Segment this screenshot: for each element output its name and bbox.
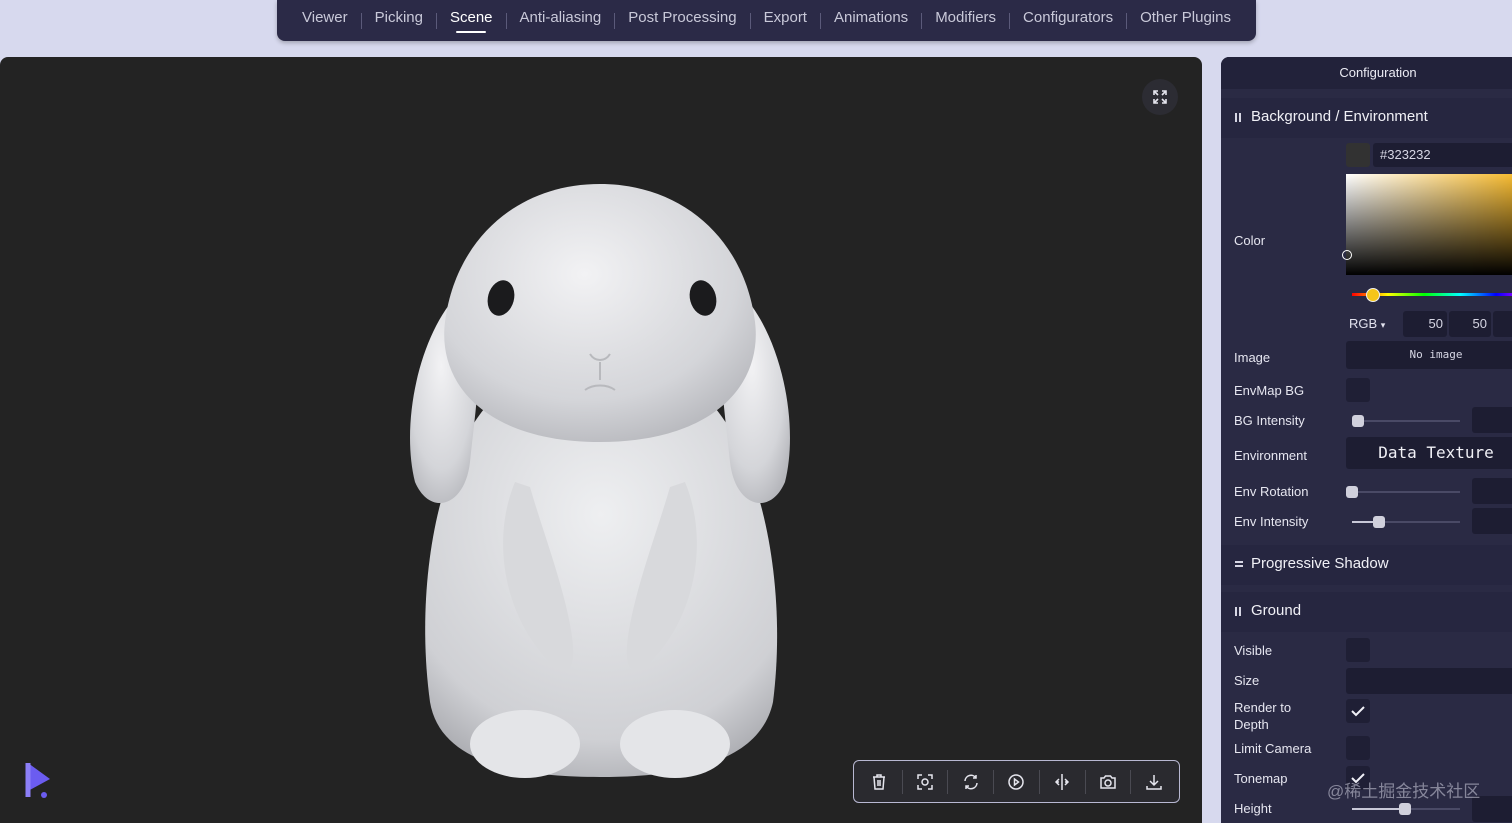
viewport-toolbar bbox=[853, 760, 1180, 803]
section-background-environment[interactable]: Background / Environment bbox=[1221, 98, 1512, 138]
focus-button[interactable] bbox=[909, 766, 941, 798]
app-logo bbox=[25, 763, 50, 798]
focus-icon bbox=[917, 773, 933, 790]
env-rotation-label: Env Rotation bbox=[1234, 484, 1309, 499]
render-to-depth-checkbox[interactable] bbox=[1346, 699, 1370, 723]
visible-label: Visible bbox=[1234, 643, 1273, 658]
size-label: Size bbox=[1234, 673, 1260, 688]
3d-viewport[interactable] bbox=[0, 57, 1202, 823]
env-rotation-slider[interactable] bbox=[1352, 491, 1460, 493]
height-fill bbox=[1352, 808, 1402, 810]
section-progressive-shadow[interactable]: Progressive Shadow bbox=[1221, 545, 1512, 585]
bg-intensity-slider[interactable] bbox=[1352, 420, 1460, 422]
environment-label: Environment bbox=[1234, 448, 1307, 463]
panel-title: Configuration bbox=[1221, 57, 1512, 89]
hue-slider-knob[interactable] bbox=[1366, 288, 1380, 302]
toolbar-divider bbox=[993, 769, 995, 794]
configuration-panel: Configuration Background / Environment #… bbox=[1221, 57, 1512, 823]
trash-icon bbox=[873, 773, 886, 790]
limit-camera-label: Limit Camera bbox=[1234, 741, 1312, 756]
height-knob[interactable] bbox=[1399, 803, 1411, 815]
render-to-depth-label: Render to Depth bbox=[1234, 700, 1292, 732]
image-input[interactable]: No image bbox=[1346, 341, 1512, 369]
color-picker-handle[interactable] bbox=[1342, 250, 1352, 260]
color-swatch[interactable] bbox=[1346, 143, 1370, 167]
envmap-bg-checkbox[interactable] bbox=[1346, 378, 1370, 402]
download-button[interactable] bbox=[1138, 766, 1170, 798]
collapse-icon bbox=[1235, 607, 1241, 616]
section-title: Progressive Shadow bbox=[1251, 555, 1389, 572]
split-view-button[interactable] bbox=[1046, 766, 1078, 798]
toolbar-divider bbox=[947, 769, 949, 794]
tab-modifiers[interactable]: Modifiers bbox=[922, 0, 1009, 41]
tab-configurators[interactable]: Configurators bbox=[1010, 0, 1126, 41]
toolbar-divider bbox=[1038, 769, 1040, 794]
section-title: Ground bbox=[1251, 602, 1302, 619]
rgb-b-input[interactable] bbox=[1493, 311, 1512, 337]
delete-button[interactable] bbox=[863, 766, 895, 798]
color-saturation-area[interactable] bbox=[1346, 174, 1512, 275]
size-input[interactable]: 8. bbox=[1346, 668, 1512, 694]
screenshot-button[interactable] bbox=[1092, 766, 1124, 798]
env-rotation-knob[interactable] bbox=[1346, 486, 1358, 498]
collapse-icon bbox=[1235, 113, 1241, 122]
tab-animations[interactable]: Animations bbox=[821, 0, 921, 41]
tab-other-plugins[interactable]: Other Plugins bbox=[1127, 0, 1244, 41]
refresh-icon bbox=[963, 774, 978, 789]
envmap-bg-label: EnvMap BG bbox=[1234, 383, 1305, 398]
env-intensity-knob[interactable] bbox=[1373, 516, 1385, 528]
env-intensity-label: Env Intensity bbox=[1234, 514, 1309, 529]
hex-color-input[interactable]: #323232 bbox=[1373, 143, 1512, 167]
color-mode-select[interactable]: RGB ▾ bbox=[1349, 316, 1385, 331]
play-button[interactable] bbox=[1000, 766, 1032, 798]
download-icon bbox=[1145, 774, 1162, 790]
image-label: Image bbox=[1234, 350, 1271, 365]
play-icon bbox=[1008, 773, 1025, 790]
tab-viewer[interactable]: Viewer bbox=[289, 0, 361, 41]
tab-picking[interactable]: Picking bbox=[362, 0, 436, 41]
expand-icon bbox=[1153, 90, 1167, 104]
tab-export[interactable]: Export bbox=[751, 0, 820, 41]
env-rotation-input[interactable]: 0. bbox=[1472, 478, 1512, 504]
tonemap-label: Tonemap bbox=[1234, 771, 1288, 786]
bg-intensity-input[interactable]: 1. bbox=[1472, 407, 1512, 433]
color-mode-label: RGB bbox=[1349, 316, 1378, 331]
expand-section-icon bbox=[1235, 561, 1243, 567]
environment-select[interactable]: Data Texture bbox=[1346, 437, 1512, 469]
top-nav: Viewer Picking Scene Anti-aliasing Post … bbox=[277, 0, 1256, 41]
env-intensity-input[interactable]: 1. bbox=[1472, 508, 1512, 534]
bg-intensity-label: BG Intensity bbox=[1234, 413, 1305, 428]
toolbar-divider bbox=[901, 769, 903, 794]
bg-intensity-knob[interactable] bbox=[1352, 415, 1364, 427]
section-ground[interactable]: Ground bbox=[1221, 592, 1512, 632]
limit-camera-checkbox[interactable] bbox=[1346, 736, 1370, 760]
tab-post-processing[interactable]: Post Processing bbox=[615, 0, 749, 41]
fullscreen-button[interactable] bbox=[1142, 79, 1178, 115]
tab-scene[interactable]: Scene bbox=[437, 0, 506, 41]
reset-button[interactable] bbox=[955, 766, 987, 798]
visible-checkbox[interactable] bbox=[1346, 638, 1370, 662]
toolbar-divider bbox=[1130, 769, 1132, 794]
camera-icon bbox=[1100, 774, 1116, 789]
rgb-r-input[interactable]: 50 bbox=[1403, 311, 1447, 337]
section-title: Background / Environment bbox=[1251, 108, 1428, 125]
toolbar-divider bbox=[1084, 769, 1086, 794]
rgb-g-input[interactable]: 50 bbox=[1449, 311, 1491, 337]
chevron-down-icon: ▾ bbox=[1380, 320, 1386, 330]
color-label: Color bbox=[1234, 233, 1266, 248]
split-view-icon bbox=[1055, 773, 1070, 790]
watermark: @稀土掘金技术社区 bbox=[1327, 782, 1481, 801]
bunny-model[interactable] bbox=[395, 122, 805, 782]
height-label: Height bbox=[1234, 801, 1272, 816]
tab-anti-aliasing[interactable]: Anti-aliasing bbox=[507, 0, 615, 41]
check-icon bbox=[1351, 706, 1365, 717]
